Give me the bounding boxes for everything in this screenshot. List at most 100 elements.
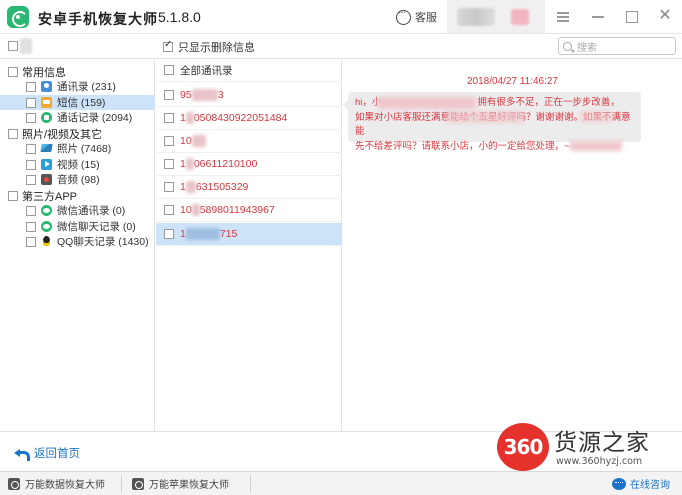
tree-group-common[interactable]: 常用信息 [0,64,155,79]
tree-item-label: 短信 (159) [57,97,106,109]
item-checkbox[interactable] [26,97,36,108]
item-checkbox[interactable] [26,221,36,232]
tree-item-audio[interactable]: 音频 (98) [0,172,155,187]
only-deleted-toggle[interactable]: 只显示删除信息 [163,39,255,55]
tree-item-label: 通话记录 (2094) [57,112,133,124]
contact-list: 全部通讯录 95 3 1 0508430922051484 10 1 06611210… [156,59,342,431]
menu-icon[interactable] [555,8,571,24]
contact-number: 1 631505329 [180,180,249,194]
contact-row[interactable]: 1 06611210100 [156,153,342,176]
contacts-icon [41,81,52,92]
apple-recovery-link[interactable]: 万能苹果恢复大师 [132,476,229,491]
redacted-label [20,38,32,54]
row-checkbox[interactable] [164,90,174,100]
tree-group-label: 常用信息 [22,66,66,79]
app-version: 5.1.8.0 [158,9,201,25]
message-line-3: 先不给差评吗？请联系小店，小的一定给您处理，~ [355,140,634,155]
app-logo-icon [7,6,29,28]
category-tree: 常用信息 通讯录 (231) 短信 (159) 通话记录 (2094) 照片/视… [0,59,155,431]
user-account-area[interactable] [447,0,545,33]
video-icon [41,159,52,170]
contact-number: 95 3 [180,88,224,102]
contact-number: 10 5898011943967 [180,203,275,217]
item-checkbox[interactable] [26,143,36,154]
tree-item-label: 音频 (98) [57,174,100,186]
apple-recovery-label: 万能苹果恢复大师 [149,480,229,491]
wechat-icon [41,221,52,232]
contact-list-header[interactable]: 全部通讯录 [156,59,342,82]
row-checkbox[interactable] [164,113,174,123]
tree-item-sms[interactable]: 短信 (159) [0,95,155,110]
contact-row[interactable]: 10 [156,130,342,153]
only-deleted-checkbox[interactable] [163,39,173,52]
item-checkbox[interactable] [26,81,36,92]
item-checkbox[interactable] [26,205,36,216]
tree-item-qq-chats[interactable]: QQ聊天记录 (1430) [0,234,155,249]
row-checkbox[interactable] [164,136,174,146]
contact-row[interactable]: 1 0508430922051484 [156,107,342,130]
back-home-label: 返回首页 [34,448,80,460]
message-timestamp: 2018/04/27 11:46:27 [466,76,558,87]
data-recovery-link[interactable]: 万能数据恢复大师 [8,476,105,491]
tree-item-videos[interactable]: 视频 (15) [0,157,155,172]
contact-row[interactable]: 95 3 [156,84,342,107]
contact-row[interactable]: 1 631505329 [156,176,342,199]
audio-icon [41,174,52,185]
search-icon [563,41,572,51]
app-title: 安卓手机恢复大师 [38,11,158,27]
row-checkbox[interactable] [164,205,174,215]
tree-group-media[interactable]: 照片/视频及其它 [0,126,155,141]
item-checkbox[interactable] [26,236,36,247]
redacted-text [378,97,476,109]
row-checkbox[interactable] [164,182,174,192]
maximize-icon[interactable] [624,8,640,24]
tree-group-label: 照片/视频及其它 [22,128,103,141]
item-checkbox[interactable] [26,112,36,123]
online-chat-icon [612,477,626,490]
divider [250,475,251,493]
search-input[interactable]: 搜索 [558,37,676,55]
contact-row-selected[interactable]: 1 715 [156,223,342,246]
customer-service-button[interactable]: 客服 [396,7,437,26]
tree-group-third-party[interactable]: 第三方APP [0,188,155,203]
back-arrow-icon [14,447,30,461]
back-home-button[interactable]: 返回首页 [14,445,80,461]
online-consult-button[interactable]: 在线咨询 [612,476,670,491]
tree-group-label: 第三方APP [22,190,78,203]
data-recovery-label: 万能数据恢复大师 [25,480,105,491]
chat-bubble-icon [396,7,411,25]
group-checkbox[interactable] [8,190,18,201]
group-checkbox[interactable] [8,66,18,77]
row-checkbox[interactable] [164,229,174,239]
row-checkbox[interactable] [164,159,174,169]
qq-icon [41,236,52,247]
tree-item-label: 微信聊天记录 (0) [57,221,136,233]
watermark-logo: 360 [497,423,549,471]
sms-icon [41,97,52,108]
message-detail: 2018/04/27 11:46:27 hi，小 拥有很多不足，正在一步步改善， … [343,59,682,431]
data-recovery-icon [8,477,20,490]
message-bubble: hi，小 拥有很多不足，正在一步步改善， 如果对小店客服还满意能给个五星好评吗？谢… [343,92,641,152]
tree-item-wechat-chats[interactable]: 微信聊天记录 (0) [0,219,155,234]
contact-row[interactable]: 10 5898011943967 [156,199,342,222]
divider [121,475,122,493]
user-badge-blurred [511,9,529,25]
tree-item-wechat-contacts[interactable]: 微信通讯录 (0) [0,203,155,218]
item-checkbox[interactable] [26,159,36,170]
select-all-checkbox[interactable] [8,41,18,51]
close-icon[interactable]: ✕ [657,8,673,24]
minimize-icon[interactable] [590,8,606,24]
tree-item-photos[interactable]: 照片 (7468) [0,141,155,156]
customer-service-label: 客服 [415,12,437,24]
call-log-icon [41,112,52,123]
contact-number: 1 715 [180,227,238,241]
contact-number: 10 [180,135,206,148]
redacted-text [580,111,612,123]
tree-item-contacts[interactable]: 通讯录 (231) [0,79,155,94]
group-checkbox[interactable] [8,128,18,139]
item-checkbox[interactable] [26,174,36,185]
title-bar: 安卓手机恢复大师 5.1.8.0 客服 ✕ [0,0,682,34]
tree-item-call-log[interactable]: 通话记录 (2094) [0,110,155,125]
search-placeholder: 搜索 [577,42,597,54]
all-contacts-checkbox[interactable] [164,65,174,75]
